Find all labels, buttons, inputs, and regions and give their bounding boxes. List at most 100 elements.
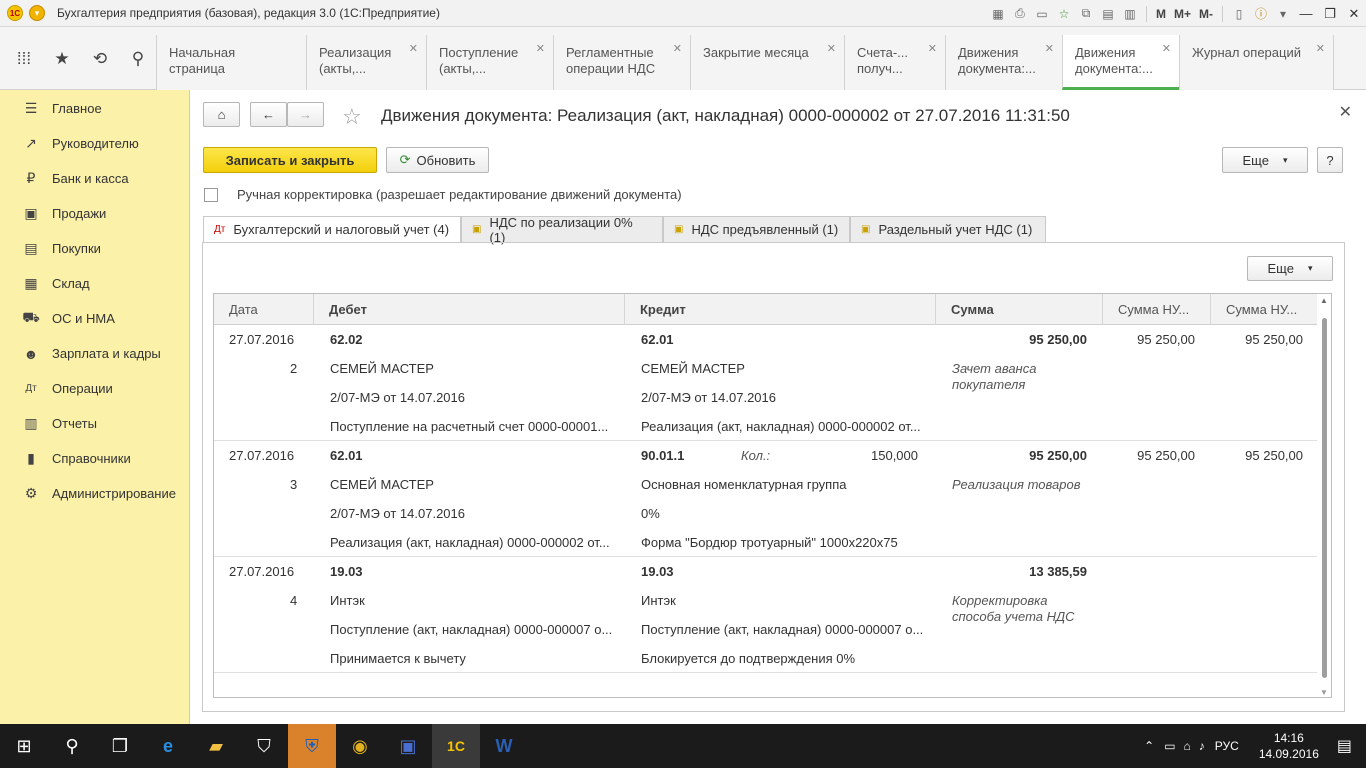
calendar-icon[interactable]: ▤: [1099, 5, 1117, 23]
table-row[interactable]: 27.07.2016 3 62.01 СЕМЕЙ МАСТЕР 2/07-МЭ …: [214, 441, 1318, 557]
sidebar-item-bank[interactable]: ₽ Банк и касса: [0, 161, 189, 196]
apps-grid-icon[interactable]: ⁞⁞⁞: [14, 49, 34, 69]
chrome-icon[interactable]: ◉: [336, 724, 384, 768]
info-icon[interactable]: ⓘ: [1252, 5, 1270, 23]
sidebar-item-admin[interactable]: ⚙ Администрирование: [0, 476, 189, 511]
close-icon[interactable]: ✕: [1339, 102, 1352, 122]
column-header-sum[interactable]: Сумма: [936, 294, 1103, 325]
close-icon[interactable]: ✕: [1162, 41, 1171, 57]
main-menu-button[interactable]: ▾: [29, 5, 45, 21]
tab-accounting[interactable]: Дт Бухгалтерский и налоговый учет (4): [203, 216, 461, 243]
calculator-icon[interactable]: ▥: [1121, 5, 1139, 23]
file-explorer-icon[interactable]: ▰: [192, 724, 240, 768]
refresh-button[interactable]: ⟳ Обновить: [386, 147, 489, 173]
search-icon[interactable]: ⚲: [128, 49, 148, 69]
notifications-icon[interactable]: ▤: [1337, 736, 1352, 756]
column-header-date[interactable]: Дата: [214, 294, 314, 325]
column-header-credit[interactable]: Кредит: [625, 294, 936, 325]
close-icon[interactable]: ✕: [928, 41, 937, 57]
tab-invoices[interactable]: Счета-... получ... ✕: [844, 35, 945, 90]
tab-doc-movements-2[interactable]: Движения документа:... ✕: [1062, 35, 1179, 90]
edge-browser-icon[interactable]: e: [144, 724, 192, 768]
clock[interactable]: 14:16 14.09.2016: [1259, 730, 1319, 762]
close-icon[interactable]: ✕: [827, 41, 836, 57]
tab-month-close[interactable]: Закрытие месяца ✕: [690, 35, 844, 90]
tab-home[interactable]: Начальная страница: [156, 35, 306, 90]
sidebar-item-purchases[interactable]: ▤ Покупки: [0, 231, 189, 266]
save-close-button[interactable]: Записать и закрыть: [203, 147, 377, 173]
chevron-down-icon[interactable]: ▾: [1274, 5, 1292, 23]
close-icon[interactable]: ✕: [1316, 41, 1325, 57]
grid-more-button[interactable]: Еще ▾: [1247, 256, 1333, 281]
tab-journal[interactable]: Журнал операций ✕: [1179, 35, 1334, 90]
table-scrollbar[interactable]: ▲ ▼: [1317, 294, 1331, 697]
1c-app-icon[interactable]: 1C: [432, 724, 480, 768]
battery-icon[interactable]: ▭: [1164, 739, 1175, 753]
network-icon[interactable]: ⌂: [1184, 739, 1191, 753]
language-indicator[interactable]: РУС: [1215, 739, 1239, 753]
column-header-sum-nu[interactable]: Сумма НУ...: [1103, 294, 1211, 325]
help-button[interactable]: ?: [1317, 147, 1343, 173]
column-header-sum-nu-2[interactable]: Сумма НУ...: [1211, 294, 1318, 325]
sidebar-item-manager[interactable]: ↗ Руководителю: [0, 126, 189, 161]
defender-icon[interactable]: ⛨: [288, 724, 336, 768]
link-icon[interactable]: ⧉: [1077, 5, 1095, 23]
tab-realization[interactable]: Реализация (акты,... ✕: [306, 35, 426, 90]
column-header-debit[interactable]: Дебет: [314, 294, 625, 325]
sidebar-item-operations[interactable]: Дт Операции: [0, 371, 189, 406]
close-icon[interactable]: ✕: [409, 41, 418, 57]
sidebar-item-main[interactable]: ☰ Главное: [0, 91, 189, 126]
scrollbar-thumb[interactable]: [1322, 318, 1327, 678]
screen-icon[interactable]: ▭: [1033, 5, 1051, 23]
sidebar-item-salary[interactable]: ☻ Зарплата и кадры: [0, 336, 189, 371]
close-icon[interactable]: ✕: [1342, 4, 1366, 24]
memory-m-button[interactable]: M: [1156, 7, 1166, 21]
store-icon[interactable]: ⛉: [240, 724, 288, 768]
home-button[interactable]: ⌂: [203, 102, 240, 127]
word-icon[interactable]: W: [480, 724, 528, 768]
close-icon[interactable]: ✕: [1045, 41, 1054, 57]
forward-button[interactable]: →: [287, 102, 324, 127]
restore-icon[interactable]: ❐: [1318, 4, 1342, 24]
favorites-add-icon[interactable]: ☆: [1055, 5, 1073, 23]
task-view-icon[interactable]: ❐: [96, 724, 144, 768]
memory-mminus-button[interactable]: M-: [1199, 7, 1213, 21]
volume-icon[interactable]: ♪: [1199, 739, 1205, 753]
minimize-icon[interactable]: —: [1294, 4, 1318, 24]
1c-logo-icon[interactable]: 1C: [7, 5, 23, 21]
sidebar-item-sales[interactable]: ▣ Продажи: [0, 196, 189, 231]
close-icon[interactable]: ✕: [673, 41, 682, 57]
favorite-star-icon[interactable]: ☆: [342, 104, 362, 130]
sidebar-item-reports[interactable]: ▥ Отчеты: [0, 406, 189, 441]
windows-start-icon[interactable]: ⊞: [0, 724, 48, 768]
scroll-down-icon[interactable]: ▼: [1320, 688, 1328, 697]
grid-icon[interactable]: ▦: [989, 5, 1007, 23]
tab-vat-sales[interactable]: ▣ НДС по реализации 0% (1): [461, 215, 663, 245]
favorites-star-icon[interactable]: ★: [52, 49, 72, 69]
table-row[interactable]: 27.07.2016 4 19.03 Интэк Поступление (ак…: [214, 557, 1318, 673]
tab-vat-separate[interactable]: ▣ Раздельный учет НДС (1): [850, 216, 1046, 243]
manual-adjust-checkbox[interactable]: [204, 188, 218, 202]
bag-icon: ▤: [24, 240, 38, 256]
print-icon[interactable]: ⎙: [1011, 5, 1029, 23]
tab-receipt[interactable]: Поступление (акты,... ✕: [426, 35, 553, 90]
tab-doc-movements-1[interactable]: Движения документа:... ✕: [945, 35, 1062, 90]
save-disk-icon[interactable]: ▣: [384, 724, 432, 768]
back-button[interactable]: ←: [250, 102, 287, 127]
sidebar-item-assets[interactable]: ⛟ ОС и НМА: [0, 301, 189, 336]
sidebar-item-catalogs[interactable]: ▮ Справочники: [0, 441, 189, 476]
tab-vat-operations[interactable]: Регламентные операции НДС ✕: [553, 35, 690, 90]
tray-chevron-icon[interactable]: ⌃: [1144, 739, 1154, 753]
close-icon[interactable]: ✕: [536, 41, 545, 57]
movements-table[interactable]: Дата Дебет Кредит Сумма Сумма НУ... Сумм…: [213, 293, 1332, 698]
history-icon[interactable]: ⟲: [90, 49, 110, 69]
credit-account: 90.01.1: [641, 448, 685, 463]
scroll-up-icon[interactable]: ▲: [1320, 296, 1328, 305]
table-row[interactable]: 27.07.2016 2 62.02 СЕМЕЙ МАСТЕР 2/07-МЭ …: [214, 325, 1318, 441]
search-icon[interactable]: ⚲: [48, 724, 96, 768]
tab-vat-presented[interactable]: ▣ НДС предъявленный (1): [663, 216, 850, 243]
panel-icon[interactable]: ▯: [1230, 5, 1248, 23]
more-button[interactable]: Еще ▾: [1222, 147, 1308, 173]
memory-mplus-button[interactable]: M+: [1174, 7, 1191, 21]
sidebar-item-warehouse[interactable]: ▦ Склад: [0, 266, 189, 301]
